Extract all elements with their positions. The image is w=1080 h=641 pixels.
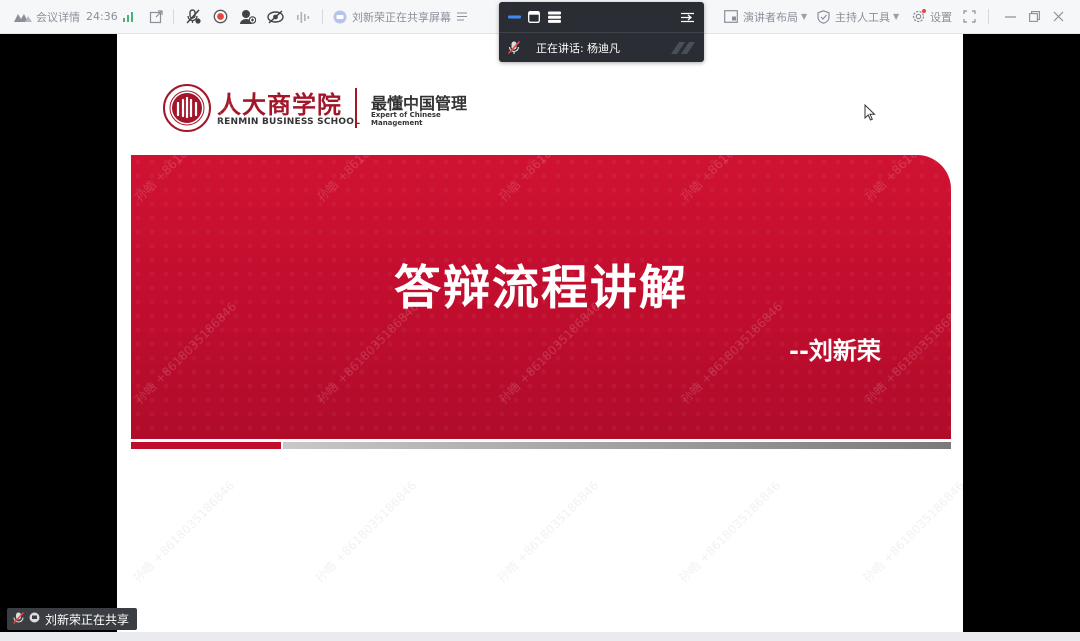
watermark: 孙皓 +8618035186846 (496, 97, 604, 205)
layout-icon (724, 10, 738, 23)
fullscreen-icon[interactable] (963, 0, 976, 33)
slide-author: --刘新荣 (789, 337, 881, 365)
mic-muted-icon (12, 611, 25, 627)
banner-stripe-red (131, 442, 281, 449)
restore-icon[interactable] (1029, 0, 1040, 33)
watermark: 孙皓 +8618035186846 (494, 478, 602, 586)
record-icon[interactable] (213, 0, 228, 33)
window-view-icon[interactable] (528, 2, 540, 32)
list-icon (457, 12, 467, 21)
speaker-name: 杨迪凡 (587, 41, 620, 55)
list-view-icon[interactable] (548, 2, 561, 32)
watermark: 孙皓 +8618035186846 (676, 478, 784, 586)
sharer-avatar-icon (333, 10, 347, 24)
bottom-bar (0, 632, 1080, 641)
meeting-logo-icon (14, 12, 32, 22)
sharing-status-label: 刘新荣正在共享屏幕 (352, 10, 451, 24)
screen-share-icon (29, 612, 40, 626)
shield-icon (817, 9, 830, 24)
audio-wave-icon[interactable] (296, 0, 310, 33)
mute-all-icon[interactable] (186, 0, 201, 33)
logo-divider (355, 88, 357, 128)
watermark: 孙皓 +8618035186846 (860, 478, 963, 586)
chevron-down-icon: ▼ (893, 12, 900, 21)
meeting-timer: 24:36 (86, 10, 118, 23)
minimize-panel-icon[interactable] (508, 2, 522, 32)
share-status-label: 刘新荣正在共享 (45, 612, 130, 627)
watermark: 孙皓 +8618035186846 (130, 478, 238, 586)
meeting-info-button[interactable]: 会议详情 (14, 0, 80, 33)
close-icon[interactable] (1053, 0, 1064, 33)
speaking-panel: 正在讲话: 杨迪凡 (499, 2, 704, 62)
popout-icon[interactable] (149, 0, 163, 33)
school-name: 人大商学院 (217, 91, 342, 119)
speaking-label: 正在讲话: (536, 41, 584, 55)
presenter-layout-label: 演讲者布局 (743, 10, 798, 24)
settings-label: 设置 (930, 10, 952, 24)
watermark: 孙皓 +8618035186846 (312, 478, 420, 586)
banner-stripe-gray (283, 442, 951, 449)
hide-video-icon[interactable] (267, 0, 284, 33)
share-status-badge[interactable]: 刘新荣正在共享 (7, 608, 138, 630)
signal-icon (123, 0, 135, 33)
school-name-en: RENMIN BUSINESS SCHOOL (217, 117, 361, 127)
slide-title: 答辩流程讲解 (394, 261, 688, 316)
host-tools-button[interactable]: 主持人工具 ▼ (817, 0, 899, 33)
mouse-cursor-icon (864, 103, 876, 125)
watermark: 孙皓 +8618035186846 (862, 97, 963, 205)
minimize-icon[interactable] (1005, 0, 1016, 33)
collapse-panel-icon[interactable] (681, 2, 694, 32)
presenter-layout-button[interactable]: 演讲者布局 ▼ (724, 0, 807, 33)
meeting-info-label: 会议详情 (36, 10, 80, 24)
shared-slide: 人大商学院 RENMIN BUSINESS SCHOOL 最懂中国管理 Expe… (117, 34, 963, 632)
invite-icon[interactable] (240, 0, 256, 33)
speaker-mic-icon (508, 33, 520, 62)
sharing-status[interactable]: 刘新荣正在共享屏幕 (333, 0, 467, 33)
speaker-avatar-icon (669, 33, 697, 62)
gear-icon (911, 9, 926, 24)
chevron-down-icon: ▼ (801, 12, 808, 21)
host-tools-label: 主持人工具 (835, 10, 890, 24)
settings-button[interactable]: 设置 (911, 0, 952, 33)
watermark: 孙皓 +8618035186846 (678, 97, 786, 205)
